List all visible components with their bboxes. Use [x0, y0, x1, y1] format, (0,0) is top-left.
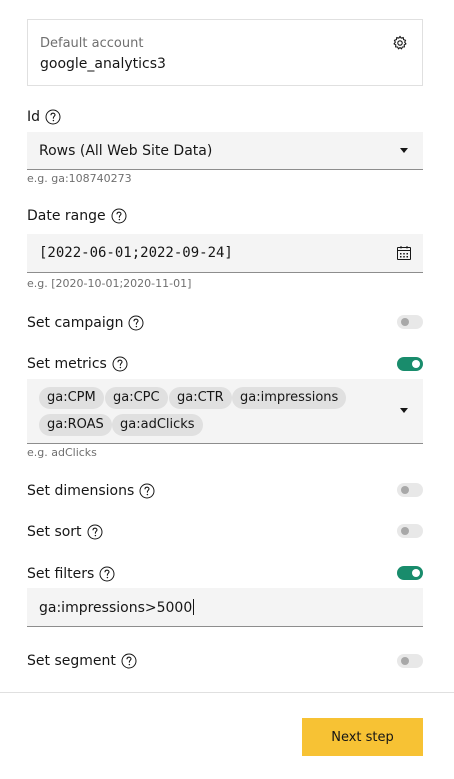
sort-label-row: Set sort	[27, 524, 103, 540]
id-select-value: Rows (All Web Site Data)	[39, 143, 213, 159]
campaign-label: Set campaign	[27, 315, 124, 331]
segment-label-row: Set segment	[27, 653, 137, 669]
date-range-label-row: Date range	[27, 208, 127, 224]
chevron-down-icon	[400, 408, 408, 413]
date-range-label: Date range	[27, 208, 106, 224]
segment-toggle[interactable]	[397, 654, 423, 668]
campaign-label-row: Set campaign	[27, 315, 144, 331]
id-label: Id	[27, 109, 41, 125]
metrics-label: Set metrics	[27, 356, 107, 372]
toggle-knob	[412, 569, 420, 577]
chevron-down-icon	[400, 148, 408, 153]
filters-label-row: Set filters	[27, 566, 115, 582]
sort-label: Set sort	[27, 524, 82, 540]
default-account-card: Default account google_analytics3	[27, 19, 423, 86]
metrics-hint: e.g. adClicks	[27, 446, 97, 459]
segment-label: Set segment	[27, 653, 116, 669]
filters-toggle[interactable]	[397, 566, 423, 580]
metric-tag[interactable]: ga:CPM	[39, 387, 104, 409]
help-icon[interactable]	[87, 524, 103, 540]
metrics-multiselect[interactable]: ga:CPM ga:CPC ga:CTR ga:impressions ga:R…	[27, 379, 423, 444]
toggle-knob	[401, 486, 409, 494]
metric-tag[interactable]: ga:ROAS	[39, 414, 112, 436]
campaign-toggle[interactable]	[397, 315, 423, 329]
filters-input-text: ga:impressions>5000	[39, 599, 195, 616]
metric-tag[interactable]: ga:CTR	[169, 387, 232, 409]
dimensions-label-row: Set dimensions	[27, 483, 155, 499]
toggle-knob	[401, 657, 409, 665]
filters-input[interactable]: ga:impressions>5000	[27, 588, 423, 627]
toggle-knob	[401, 318, 409, 326]
account-value: google_analytics3	[40, 56, 166, 72]
account-label: Default account	[40, 36, 144, 51]
dimensions-label: Set dimensions	[27, 483, 135, 499]
filters-value: ga:impressions>5000	[39, 600, 193, 616]
help-icon[interactable]	[112, 356, 128, 372]
filters-label: Set filters	[27, 566, 95, 582]
metrics-toggle[interactable]	[397, 357, 423, 371]
next-step-button[interactable]: Next step	[302, 718, 423, 756]
metrics-label-row: Set metrics	[27, 356, 128, 372]
help-icon[interactable]	[128, 315, 144, 331]
toggle-knob	[412, 360, 420, 368]
id-label-row: Id	[27, 109, 61, 125]
footer-divider	[0, 692, 454, 693]
sort-toggle[interactable]	[397, 524, 423, 538]
help-icon[interactable]	[121, 653, 137, 669]
date-range-hint: e.g. [2020-10-01;2020-11-01]	[27, 277, 192, 290]
calendar-icon[interactable]	[396, 245, 412, 261]
metric-tag[interactable]: ga:impressions	[232, 387, 347, 409]
gear-icon[interactable]	[392, 35, 408, 51]
help-icon[interactable]	[45, 109, 61, 125]
id-select[interactable]: Rows (All Web Site Data)	[27, 132, 423, 170]
metric-tag[interactable]: ga:adClicks	[112, 414, 203, 436]
help-icon[interactable]	[111, 208, 127, 224]
date-range-value: [2022-06-01;2022-09-24]	[39, 245, 233, 261]
toggle-knob	[401, 527, 409, 535]
date-range-input[interactable]: [2022-06-01;2022-09-24]	[27, 234, 423, 273]
metric-tag[interactable]: ga:CPC	[105, 387, 168, 409]
help-icon[interactable]	[99, 566, 115, 582]
id-hint: e.g. ga:108740273	[27, 172, 132, 185]
text-cursor	[193, 599, 195, 615]
help-icon[interactable]	[139, 483, 155, 499]
dimensions-toggle[interactable]	[397, 483, 423, 497]
